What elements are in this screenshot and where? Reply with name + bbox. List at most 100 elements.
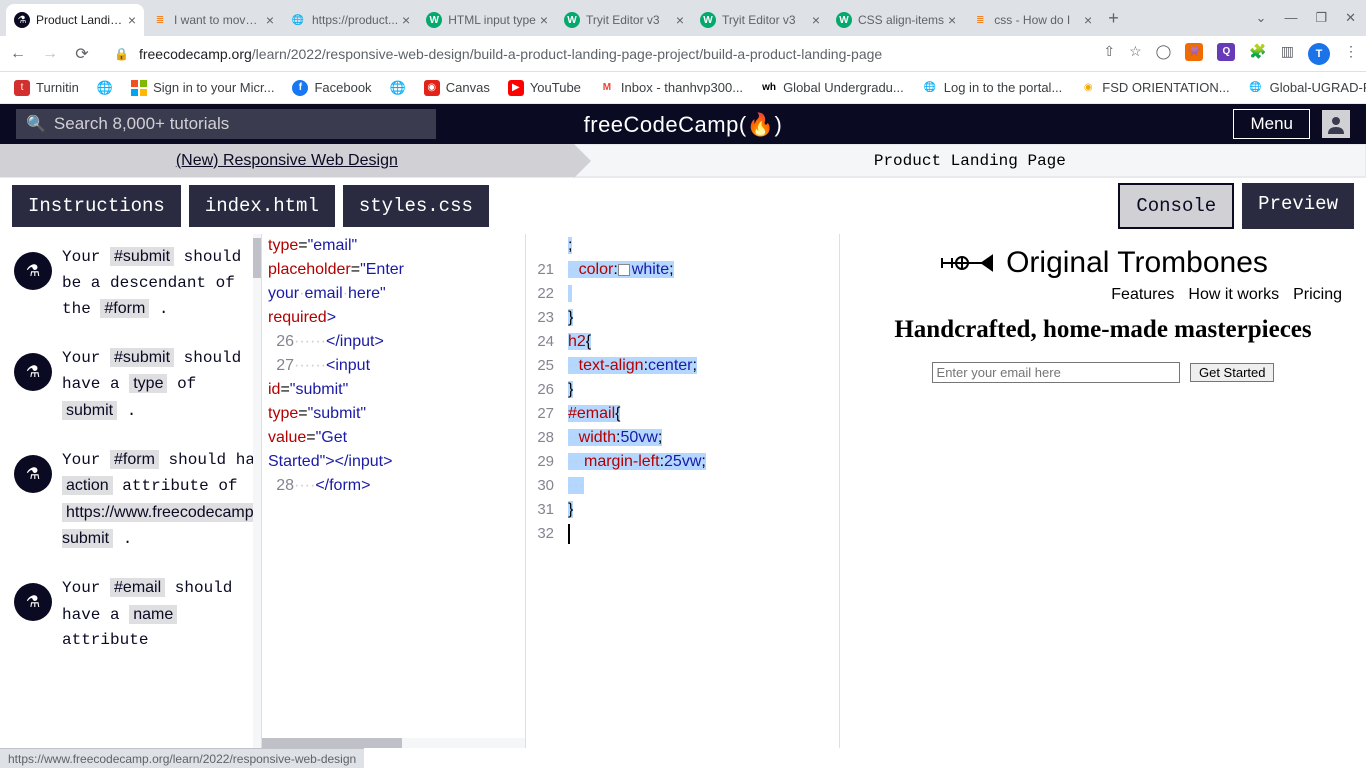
tab-preview[interactable]: Preview [1242,183,1354,229]
address-bar[interactable]: 🔒 freecodecamp.org/learn/2022/responsive… [104,40,1091,68]
extension-icon[interactable]: ◯ [1156,43,1172,65]
search-container[interactable]: 🔍 [16,109,436,139]
nav-link[interactable]: Features [1111,286,1174,304]
bookmark-label: Log in to the portal... [944,80,1063,95]
browser-tab[interactable]: W HTML input type × [418,4,556,36]
bookmark-label: Sign in to your Micr... [153,80,274,95]
browser-tab[interactable]: ≣ I want to move a form × [144,4,282,36]
share-icon[interactable]: ⇧ [1103,43,1115,65]
instruction-text: Your #email should have a name attribute [62,575,251,654]
browser-tab[interactable]: ≣ css - How do I × [964,4,1100,36]
tab-title: Tryit Editor v3 [722,13,808,27]
tab-console[interactable]: Console [1118,183,1234,229]
bookmark-icon: ▶ [508,80,524,96]
fcc-logo[interactable]: freeCodeCamp(🔥) [584,110,783,138]
tab-index-html[interactable]: index.html [189,185,335,227]
tab-close-icon[interactable]: × [540,12,548,28]
minimize-icon[interactable]: — [1284,10,1297,26]
browser-tab[interactable]: W Tryit Editor v3 × [556,4,692,36]
browser-tab[interactable]: W CSS align-items × [828,4,964,36]
bookmark-item[interactable]: 🌐Log in to the portal... [922,80,1063,96]
browser-tab-active[interactable]: ⚗ Product Landing Page × [6,4,144,36]
tab-instructions[interactable]: Instructions [12,185,181,227]
search-icon: 🔍 [26,114,46,134]
preview-pane: Original Trombones Features How it works… [840,234,1366,748]
tab-close-icon[interactable]: × [266,12,274,28]
bookmark-icon-globe[interactable]: 🌐 [97,80,113,96]
bookmark-item[interactable]: ◉Canvas [424,80,490,96]
breadcrumb-current: Product Landing Page [574,144,1366,177]
nav-link[interactable]: Pricing [1293,286,1342,304]
extension-icon[interactable]: Q [1217,43,1235,61]
breadcrumb-parent[interactable]: (New) Responsive Web Design [0,144,574,177]
tab-title: Tryit Editor v3 [586,13,672,27]
maximize-icon[interactable]: ❐ [1315,10,1327,26]
bookmark-item[interactable]: ▶ YouTube [508,80,581,96]
bookmark-item[interactable]: fFacebook [292,80,371,96]
forward-button[interactable]: → [40,45,60,63]
tab-styles-css[interactable]: styles.css [343,185,489,227]
preview-brand: Original Trombones [1006,246,1268,280]
scrollbar-thumb[interactable] [262,738,402,748]
browser-tab[interactable]: W Tryit Editor v3 × [692,4,828,36]
instruction-item: ⚗Your #submit should be a descendant of … [0,234,261,335]
scrollbar-horizontal[interactable] [262,738,525,748]
address-bar-icons: ⇧ ☆ ◯ 👾 Q 🧩 ▥ T ⋮ [1103,43,1358,65]
browser-tab-strip: ⚗ Product Landing Page × ≣ I want to mov… [0,0,1366,36]
tab-icon-w3: W [836,12,852,28]
fire-icon: (🔥) [739,112,783,138]
search-input[interactable] [54,114,426,134]
css-editor[interactable]: 212223242526272829303132 ;··color:white;… [526,234,840,748]
nav-link[interactable]: How it works [1188,286,1279,304]
tab-close-icon[interactable]: × [676,12,684,28]
close-window-icon[interactable]: ✕ [1345,10,1356,26]
bookmark-icon: ◉ [424,80,440,96]
user-avatar-icon[interactable] [1322,110,1350,138]
preview-nav: Features How it works Pricing [840,280,1366,310]
preview-header: Original Trombones [840,246,1366,280]
new-tab-button[interactable]: + [1108,8,1119,29]
reload-button[interactable]: ⟳ [72,44,92,64]
menu-button[interactable]: Menu [1233,109,1310,139]
bookmark-item[interactable]: ◉FSD ORIENTATION... [1080,80,1229,96]
reading-list-icon[interactable]: ▥ [1281,43,1294,65]
tab-close-icon[interactable]: × [812,12,820,28]
get-started-button[interactable]: Get Started [1190,363,1274,382]
bookmark-item[interactable]: whGlobal Undergradu... [761,80,904,96]
profile-avatar[interactable]: T [1308,43,1330,65]
bookmark-item[interactable]: 🌐Global-UGRAD-Pro... [1248,80,1366,96]
tab-title: I want to move a form [174,13,262,27]
url-path: /learn/2022/responsive-web-design/build-… [252,46,882,62]
bookmark-icon: t [14,80,30,96]
tab-close-icon[interactable]: × [402,12,410,28]
extensions-icon[interactable]: 🧩 [1249,43,1266,65]
bookmark-item[interactable]: Sign in to your Micr... [131,80,274,96]
lock-icon[interactable]: 🔒 [114,47,129,61]
kebab-menu-icon[interactable]: ⋮ [1344,43,1358,65]
bookmark-label: YouTube [530,80,581,95]
instructions-pane: ⚗Your #submit should be a descendant of … [0,234,262,748]
bookmark-label: FSD ORIENTATION... [1102,80,1229,95]
bookmark-icon: M [599,80,615,96]
tab-dropdown-icon[interactable]: ⌄ [1256,10,1267,26]
breadcrumb-link[interactable]: (New) Responsive Web Design [176,152,398,170]
browser-tab[interactable]: 🌐 https://product... × [282,4,418,36]
extension-icon[interactable]: 👾 [1185,43,1203,61]
back-button[interactable]: ← [8,45,28,63]
bookmark-item[interactable]: t Turnitin [14,80,79,96]
bookmark-icon-globe[interactable]: 🌐 [390,80,406,96]
scrollbar[interactable] [253,234,261,748]
bookmark-star-icon[interactable]: ☆ [1129,43,1142,65]
tab-close-icon[interactable]: × [128,12,136,28]
html-editor[interactable]: type="email"placeholder="Enteryour·email… [262,234,526,748]
preview-heading: Handcrafted, home-made masterpieces [840,316,1366,344]
email-input[interactable] [932,362,1180,383]
bookmark-item[interactable]: MInbox - thanhvp300... [599,80,743,96]
test-flask-icon: ⚗ [14,455,52,493]
tab-close-icon[interactable]: × [948,12,956,28]
bookmark-label: Global-UGRAD-Pro... [1270,80,1366,95]
scrollbar-thumb[interactable] [253,238,261,278]
bookmark-icon: wh [761,80,777,96]
bookmark-label: Turnitin [36,80,79,95]
tab-close-icon[interactable]: × [1084,12,1092,28]
